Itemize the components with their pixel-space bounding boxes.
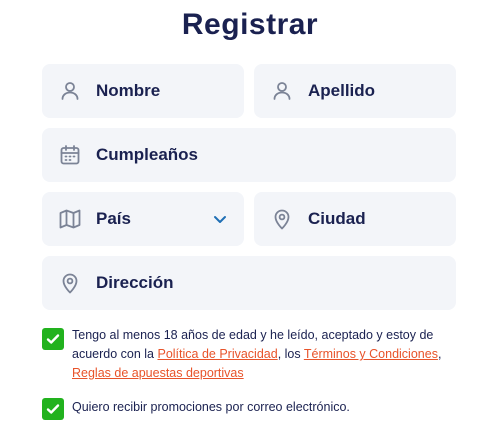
age-consent-text: Tengo al menos 18 años de edad y he leíd… <box>72 328 442 380</box>
country-label: País <box>96 209 131 228</box>
location-pin-icon <box>58 271 82 295</box>
first-name-field[interactable]: Nombre <box>42 64 244 118</box>
checkmark-icon <box>46 404 60 414</box>
last-name-field[interactable]: Apellido <box>254 64 456 118</box>
last-name-label: Apellido <box>308 81 376 100</box>
betting-rules-link[interactable]: Reglas de apuestas deportivas <box>72 366 244 380</box>
promo-consent-checkbox[interactable] <box>42 398 64 420</box>
address-field[interactable]: Dirección <box>42 256 456 310</box>
age-consent-checkbox[interactable] <box>42 328 64 350</box>
page-title: Registrar <box>181 8 319 41</box>
terms-link[interactable]: Términos y Condiciones <box>304 347 438 361</box>
user-icon <box>270 79 294 103</box>
checkmark-icon <box>46 334 60 344</box>
promo-consent-text: Quiero recibir promociones por correo el… <box>72 400 350 414</box>
birthday-label: Cumpleaños <box>96 145 199 164</box>
city-label: Ciudad <box>308 209 366 228</box>
privacy-policy-link[interactable]: Política de Privacidad <box>157 347 277 361</box>
birthday-field[interactable]: Cumpleaños <box>42 128 456 182</box>
calendar-icon <box>58 143 82 167</box>
city-field[interactable]: Ciudad <box>254 192 456 246</box>
map-icon <box>58 207 82 231</box>
country-select[interactable]: País <box>42 192 244 246</box>
chevron-down-icon[interactable] <box>212 211 228 227</box>
location-pin-icon <box>270 207 294 231</box>
first-name-label: Nombre <box>96 81 161 100</box>
address-label: Dirección <box>96 273 174 292</box>
user-icon <box>58 79 82 103</box>
